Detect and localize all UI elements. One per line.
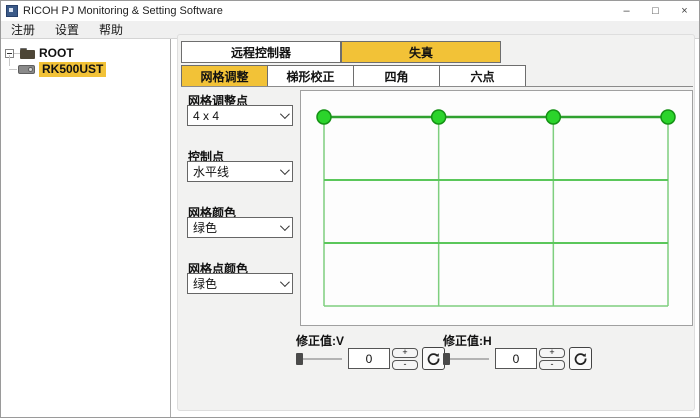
tree-selected-device[interactable]: RK500UST [39,62,106,77]
correction-v-input[interactable] [348,348,390,369]
chevron-down-icon [280,165,290,175]
menu-item-register[interactable]: 注册 [1,21,45,38]
correction-h-slider[interactable] [443,352,489,366]
tab-grid-adjustment[interactable]: 网格调整 [181,65,268,87]
grid-canvas[interactable] [301,91,692,325]
grid-points-value: 4 x 4 [193,109,219,123]
grid-color-value: 绿色 [193,219,217,236]
slider-thumb[interactable] [296,353,303,365]
grid-control-dot[interactable] [661,110,675,124]
correction-v-spinner: + - [392,348,418,370]
correction-h-reset-button[interactable] [569,347,592,370]
projector-icon [18,65,35,74]
grid-preview-panel [300,90,693,326]
tab-four-corner[interactable]: 四角 [353,65,440,87]
chevron-down-icon [280,277,290,287]
window-title: RICOH PJ Monitoring & Setting Software [23,5,223,17]
app-icon [6,5,18,17]
decrement-button[interactable]: - [392,360,418,370]
correction-v-control: + - [296,347,445,370]
app-window: RICOH PJ Monitoring & Setting Software –… [0,0,700,418]
menu-item-settings[interactable]: 设置 [45,21,89,38]
window-controls: – □ × [612,1,699,21]
minimize-icon[interactable]: – [612,1,641,21]
tree-node-projector[interactable]: RK500UST [9,61,106,77]
grid-control-dot[interactable] [546,110,560,124]
grid-point-color-dropdown[interactable]: 绿色 [187,273,293,294]
grid-control-dot[interactable] [432,110,446,124]
folder-icon [20,48,35,59]
grid-point-color-value: 绿色 [193,275,217,292]
title-bar: RICOH PJ Monitoring & Setting Software –… [1,1,699,21]
chevron-down-icon [280,109,290,119]
correction-h-input[interactable] [495,348,537,369]
control-point-dropdown[interactable]: 水平线 [187,161,293,182]
menu-item-help[interactable]: 帮助 [89,21,133,38]
grid-control-dot[interactable] [317,110,331,124]
chevron-down-icon [280,221,290,231]
grid-color-dropdown[interactable]: 绿色 [187,217,293,238]
grid-points-dropdown[interactable]: 4 x 4 [187,105,293,126]
correction-v-slider[interactable] [296,352,342,366]
maximize-icon[interactable]: □ [641,1,670,21]
tree-node-root[interactable]: ROOT [5,45,74,61]
correction-v-reset-button[interactable] [422,347,445,370]
tab-keystone-correction[interactable]: 梯形校正 [267,65,354,87]
decrement-button[interactable]: - [539,360,565,370]
main-content-panel: 远程控制器 失真 网格调整 梯形校正 四角 六点 网格调整点 4 x 4 控制点… [177,34,695,411]
correction-h-control: + - [443,347,592,370]
tab-six-point[interactable]: 六点 [439,65,526,87]
increment-button[interactable]: + [539,348,565,358]
close-icon[interactable]: × [670,1,699,21]
tree-root-label[interactable]: ROOT [39,46,74,60]
correction-h-spinner: + - [539,348,565,370]
control-point-value: 水平线 [193,163,229,180]
tab-strip-divider [181,86,693,87]
tab-distortion[interactable]: 失真 [341,41,501,63]
increment-button[interactable]: + [392,348,418,358]
refresh-icon [574,352,587,365]
tab-remote-controller[interactable]: 远程控制器 [181,41,341,63]
refresh-icon [427,352,440,365]
device-tree-panel: ROOT RK500UST [1,39,171,418]
slider-thumb[interactable] [443,353,450,365]
